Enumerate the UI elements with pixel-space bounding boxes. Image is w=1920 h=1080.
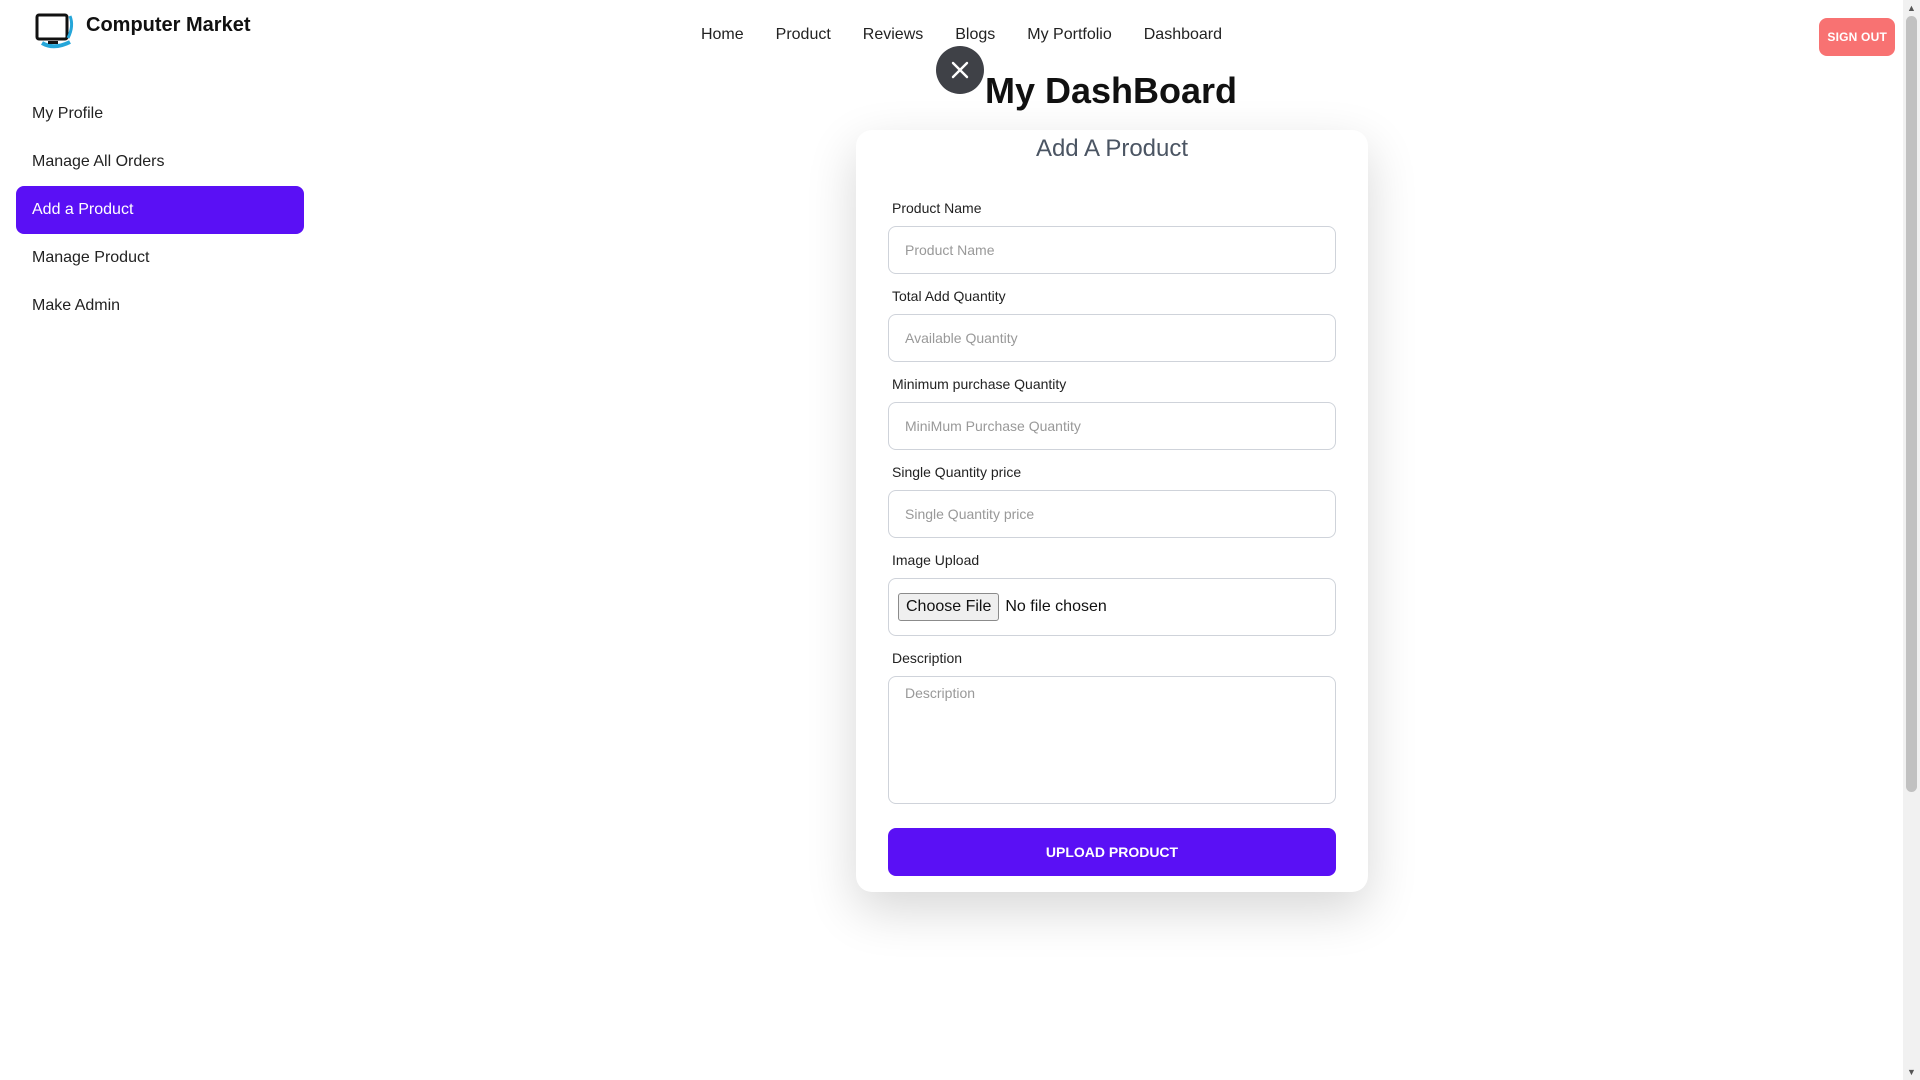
quantity-label: Total Add Quantity	[892, 288, 1006, 304]
sidebar-manage-product[interactable]: Manage Product	[16, 234, 304, 282]
minimum-purchase-quantity-input[interactable]: MiniMum Purchase Quantity	[888, 402, 1336, 450]
scroll-down-icon[interactable]: ▼	[1907, 1067, 1916, 1077]
sidebar-add-product[interactable]: Add a Product	[16, 186, 304, 234]
choose-file-button[interactable]: Choose File	[898, 593, 1000, 621]
add-product-card: Add A Product Product Name Product Name …	[856, 130, 1368, 892]
nav-blogs[interactable]: Blogs	[955, 26, 995, 44]
nav-dashboard[interactable]: Dashboard	[1144, 26, 1222, 44]
form-title: Add A Product	[1035, 135, 1189, 162]
image-upload-field[interactable]: Choose File No file chosen	[888, 578, 1336, 636]
product-name-input[interactable]: Product Name	[888, 226, 1336, 274]
sign-out-button[interactable]: SIGN OUT	[1819, 18, 1895, 56]
sidebar-make-admin[interactable]: Make Admin	[16, 282, 304, 330]
nav-home[interactable]: Home	[701, 26, 744, 44]
sidebar-manage-all-orders[interactable]: Manage All Orders	[16, 138, 304, 186]
dashboard-sidebar: My Profile Manage All Orders Add a Produ…	[16, 90, 304, 330]
description-textarea[interactable]: Description	[888, 676, 1336, 804]
main-navigation: Home Product Reviews Blogs My Portfolio …	[0, 26, 1903, 44]
add-product-form: Product Name Product Name Total Add Quan…	[888, 200, 1336, 876]
upload-product-button[interactable]: UPLOAD PRODUCT	[888, 828, 1336, 876]
nav-reviews[interactable]: Reviews	[863, 26, 923, 44]
nav-my-portfolio[interactable]: My Portfolio	[1027, 26, 1111, 44]
minimum-quantity-label: Minimum purchase Quantity	[892, 376, 1067, 392]
product-name-label: Product Name	[892, 200, 982, 216]
scrollbar-thumb[interactable]	[1906, 16, 1917, 792]
image-upload-label: Image Upload	[892, 552, 980, 568]
file-status: No file chosen	[1005, 598, 1107, 615]
nav-product[interactable]: Product	[776, 26, 831, 44]
page-title: My DashBoard	[984, 70, 1238, 111]
scroll-up-icon[interactable]: ▲	[1907, 3, 1916, 13]
available-quantity-input[interactable]: Available Quantity	[888, 314, 1336, 362]
description-label: Description	[892, 650, 963, 666]
single-price-label: Single Quantity price	[892, 464, 1022, 480]
vertical-scrollbar[interactable]: ▲ ▼	[1903, 0, 1920, 1080]
single-quantity-price-input[interactable]: Single Quantity price	[888, 490, 1336, 538]
